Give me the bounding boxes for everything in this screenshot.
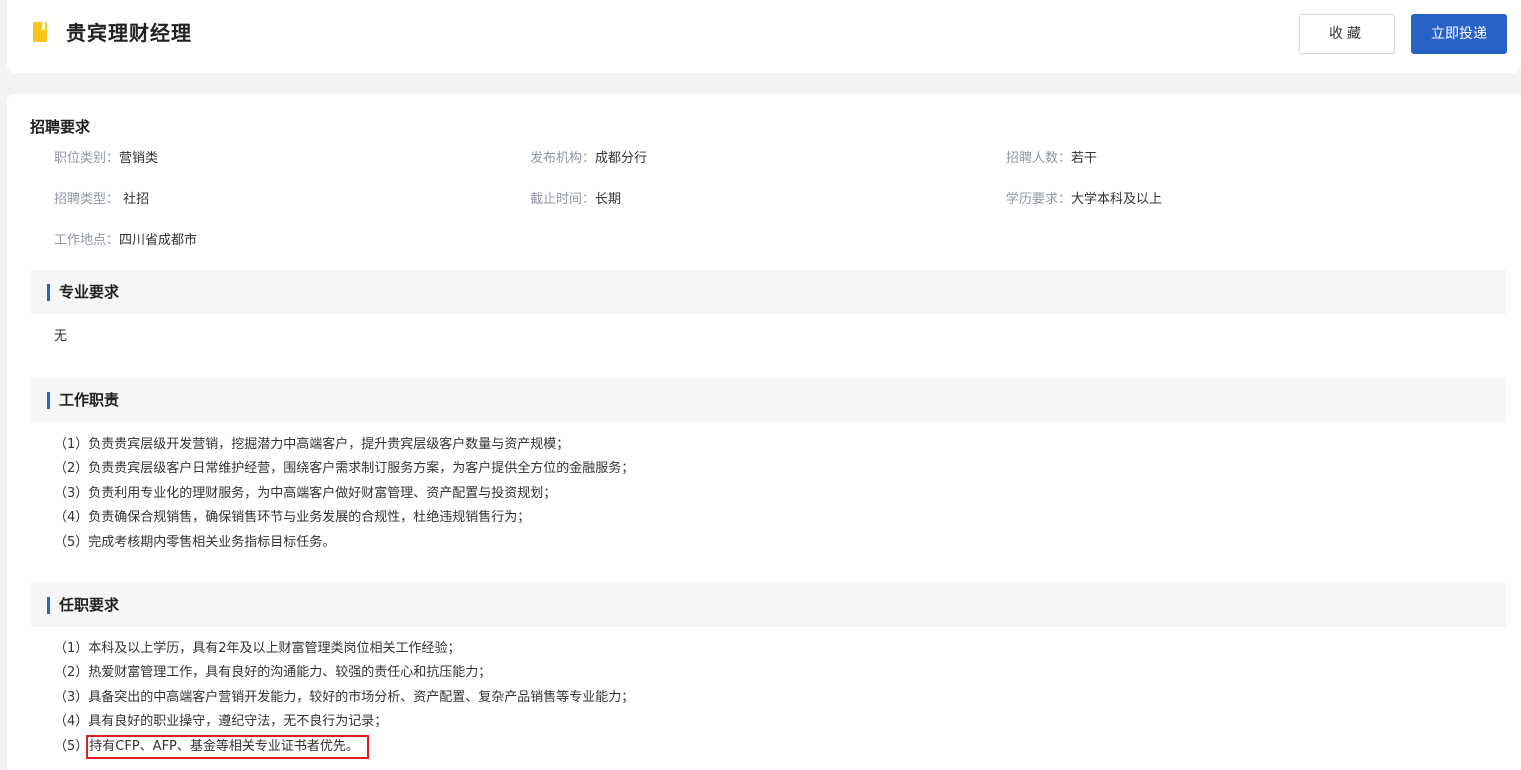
info-label: 截止时间： (530, 192, 596, 207)
section-title: 工作职责 (59, 391, 120, 409)
section-qualifications: 任职要求 (31, 583, 1506, 627)
job-header: 贵宾理财经理 收藏 立即投递 (7, 0, 1521, 73)
info-label: 学历要求： (1006, 192, 1072, 207)
list-item: （4）具有良好的职业操守，遵纪守法，无不良行为记录； (54, 714, 388, 730)
info-label: 工作地点： (54, 233, 120, 248)
list-item: （2）负责贵宾层级客户日常维护经营，围绕客户需求制订服务方案，为客户提供全方位的… (54, 461, 635, 477)
section-accent-bar (47, 597, 50, 614)
professional-text: 无 (54, 329, 68, 344)
list-item: （3）具备突出的中高端客户营销开发能力，较好的市场分析、资产配置、复杂产品销售等… (54, 689, 635, 705)
section-title: 任职要求 (59, 596, 120, 614)
job-detail-content: 招聘要求 职位类别：营销类 发布机构：成都分行 招聘人数：若干 招聘类型： 社招… (7, 94, 1521, 770)
bookmark-icon (33, 22, 47, 42)
section-duties: 工作职责 (31, 378, 1506, 422)
requirements-title: 招聘要求 (30, 118, 91, 136)
section-accent-bar (47, 392, 50, 409)
info-value: 长期 (595, 192, 622, 207)
list-item: （3）负责利用专业化的理财服务，为中高端客户做好财富管理、资产配置与投资规划； (54, 485, 557, 501)
info-recruit-type: 招聘类型： 社招 (54, 190, 149, 210)
list-item: （5）完成考核期内零售相关业务指标目标任务。 (54, 534, 336, 550)
job-title: 贵宾理财经理 (66, 21, 192, 45)
list-item: （4）负责确保合规销售，确保销售环节与业务发展的合规性，杜绝违规销售行为； (54, 510, 531, 526)
duties-list: （1）负责贵宾层级开发营销，挖掘潜力中高端客户，提升贵宾层级客户数量与资产规模；… (54, 433, 634, 555)
collect-button[interactable]: 收藏 (1299, 14, 1395, 54)
info-value: 营销类 (119, 151, 159, 166)
info-label: 招聘类型： (54, 192, 120, 207)
section-title: 专业要求 (59, 283, 120, 301)
info-headcount: 招聘人数：若干 (1006, 149, 1097, 169)
info-publisher: 发布机构：成都分行 (530, 149, 647, 169)
list-item: （1）负责贵宾层级开发营销，挖掘潜力中高端客户，提升贵宾层级客户数量与资产规模； (54, 437, 570, 452)
highlighted-certificate-requirement: 持有CFP、AFP、基金等相关专业证书者优先。 (86, 734, 369, 759)
info-value: 大学本科及以上 (1071, 192, 1163, 207)
apply-button[interactable]: 立即投递 (1411, 14, 1507, 54)
list-item: （2）热爱财富管理工作，具有良好的沟通能力、较强的责任心和抗压能力； (54, 665, 492, 681)
info-education: 学历要求：大学本科及以上 (1006, 190, 1162, 210)
info-job-category: 职位类别：营销类 (54, 149, 158, 169)
info-value: 四川省成都市 (119, 233, 198, 248)
section-accent-bar (47, 284, 50, 301)
section-professional: 专业要求 (31, 270, 1506, 314)
info-deadline: 截止时间：长期 (530, 190, 621, 210)
info-label: 发布机构： (530, 151, 596, 166)
info-value: 若干 (1071, 151, 1098, 166)
info-location: 工作地点：四川省成都市 (54, 231, 197, 251)
info-label: 招聘人数： (1006, 151, 1072, 166)
info-label: 职位类别： (54, 151, 120, 166)
info-value: 社招 (119, 192, 150, 207)
qualifications-list: （1）本科及以上学历，具有2年及以上财富管理类岗位相关工作经验； （2）热爱财富… (54, 637, 634, 759)
list-item: （5）持有CFP、AFP、基金等相关专业证书者优先。 (54, 734, 634, 759)
list-item-prefix: （5） (54, 738, 89, 754)
info-value: 成都分行 (595, 151, 648, 166)
list-item: （1）本科及以上学历，具有2年及以上财富管理类岗位相关工作经验； (54, 641, 461, 656)
